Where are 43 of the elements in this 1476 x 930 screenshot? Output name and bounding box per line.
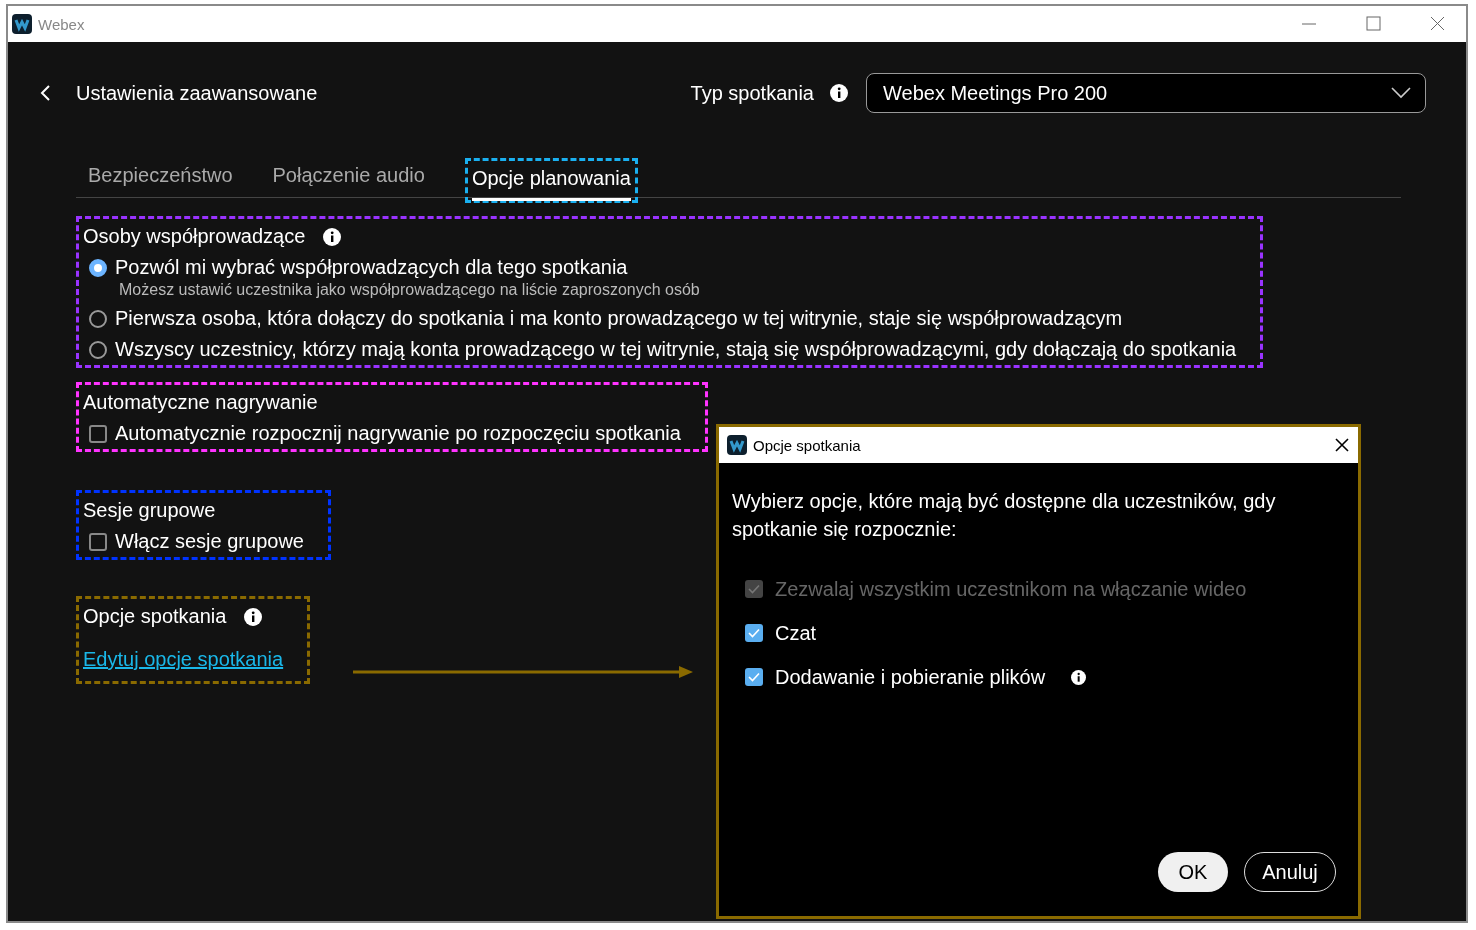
dialog-title: Opcje spotkania	[753, 436, 862, 454]
meeting-type-dropdown[interactable]: Webex Meetings Pro 200	[866, 73, 1426, 113]
option-label: Zezwalaj wszystkim uczestnikom na włączanie wideo	[775, 577, 1247, 601]
option-label: Czat	[775, 621, 817, 645]
checkmark-icon	[748, 672, 760, 682]
info-icon[interactable]	[1071, 669, 1087, 685]
option-label: Wszyscy uczestnicy, którzy mają konta prowadzącego w tej witrynie, stają się współprowadzącymi, gdy dołączają do spotkania	[115, 338, 1237, 361]
checkbox[interactable]	[89, 424, 107, 443]
webex-logo-icon	[727, 435, 747, 455]
tab[interactable]: Opcje planowania	[471, 167, 631, 201]
option-label: Włącz sesje grupowe	[115, 530, 304, 553]
tab[interactable]: Bezpieczeństwo	[88, 164, 233, 198]
radio-button[interactable]	[89, 258, 107, 277]
section-title: Osoby współprowadzące	[83, 225, 306, 248]
cancel-button[interactable]: Anuluj	[1244, 852, 1336, 892]
info-icon[interactable]	[244, 607, 263, 626]
radio-button[interactable]	[89, 340, 107, 359]
page-title: Ustawienia zaawansowane	[76, 81, 319, 105]
option-label: Pierwsza osoba, która dołączy do spotkania i ma konto prowadzącego w tej witrynie, staje się współprowadzącym	[115, 307, 1123, 330]
section-title: Opcje spotkania	[83, 605, 227, 628]
option-label: Automatycznie rozpocznij nagrywanie po rozpoczęciu spotkania	[115, 422, 681, 445]
chevron-down-icon	[1391, 87, 1411, 99]
webex-logo-icon	[12, 14, 32, 34]
info-icon[interactable]	[830, 84, 848, 102]
checkmark-icon	[748, 628, 760, 638]
checkbox[interactable]	[89, 532, 107, 551]
section-title: Sesje grupowe	[83, 499, 216, 522]
dialog-prompt: Wybierz opcje, które mają być dostępne dla uczestników, gdy spotkanie się rozpocznie:	[732, 489, 1277, 542]
radio-button[interactable]	[89, 309, 107, 328]
meeting-type-label: Typ spotkania	[690, 81, 814, 105]
window-title: Webex	[38, 15, 86, 33]
option-label: Pozwól mi wybrać współprowadzących dla tego spotkania	[115, 256, 628, 279]
checkmark-icon	[748, 584, 760, 594]
close-icon[interactable]	[1334, 437, 1350, 453]
option-label: Dodawanie i pobieranie plików	[775, 665, 1046, 689]
ok-button[interactable]: OK	[1158, 852, 1228, 892]
tab[interactable]: Połączenie audio	[272, 164, 425, 198]
option-hint: Możesz ustawić uczestnika jako współprowadzącego na liście zaproszonych osób	[118, 281, 701, 299]
edit-link[interactable]: Edytuj opcje spotkania	[83, 648, 284, 671]
checkbox[interactable]	[745, 624, 763, 642]
checkbox[interactable]	[745, 668, 763, 686]
info-icon[interactable]	[323, 227, 342, 246]
section-title: Automatyczne nagrywanie	[83, 391, 318, 414]
